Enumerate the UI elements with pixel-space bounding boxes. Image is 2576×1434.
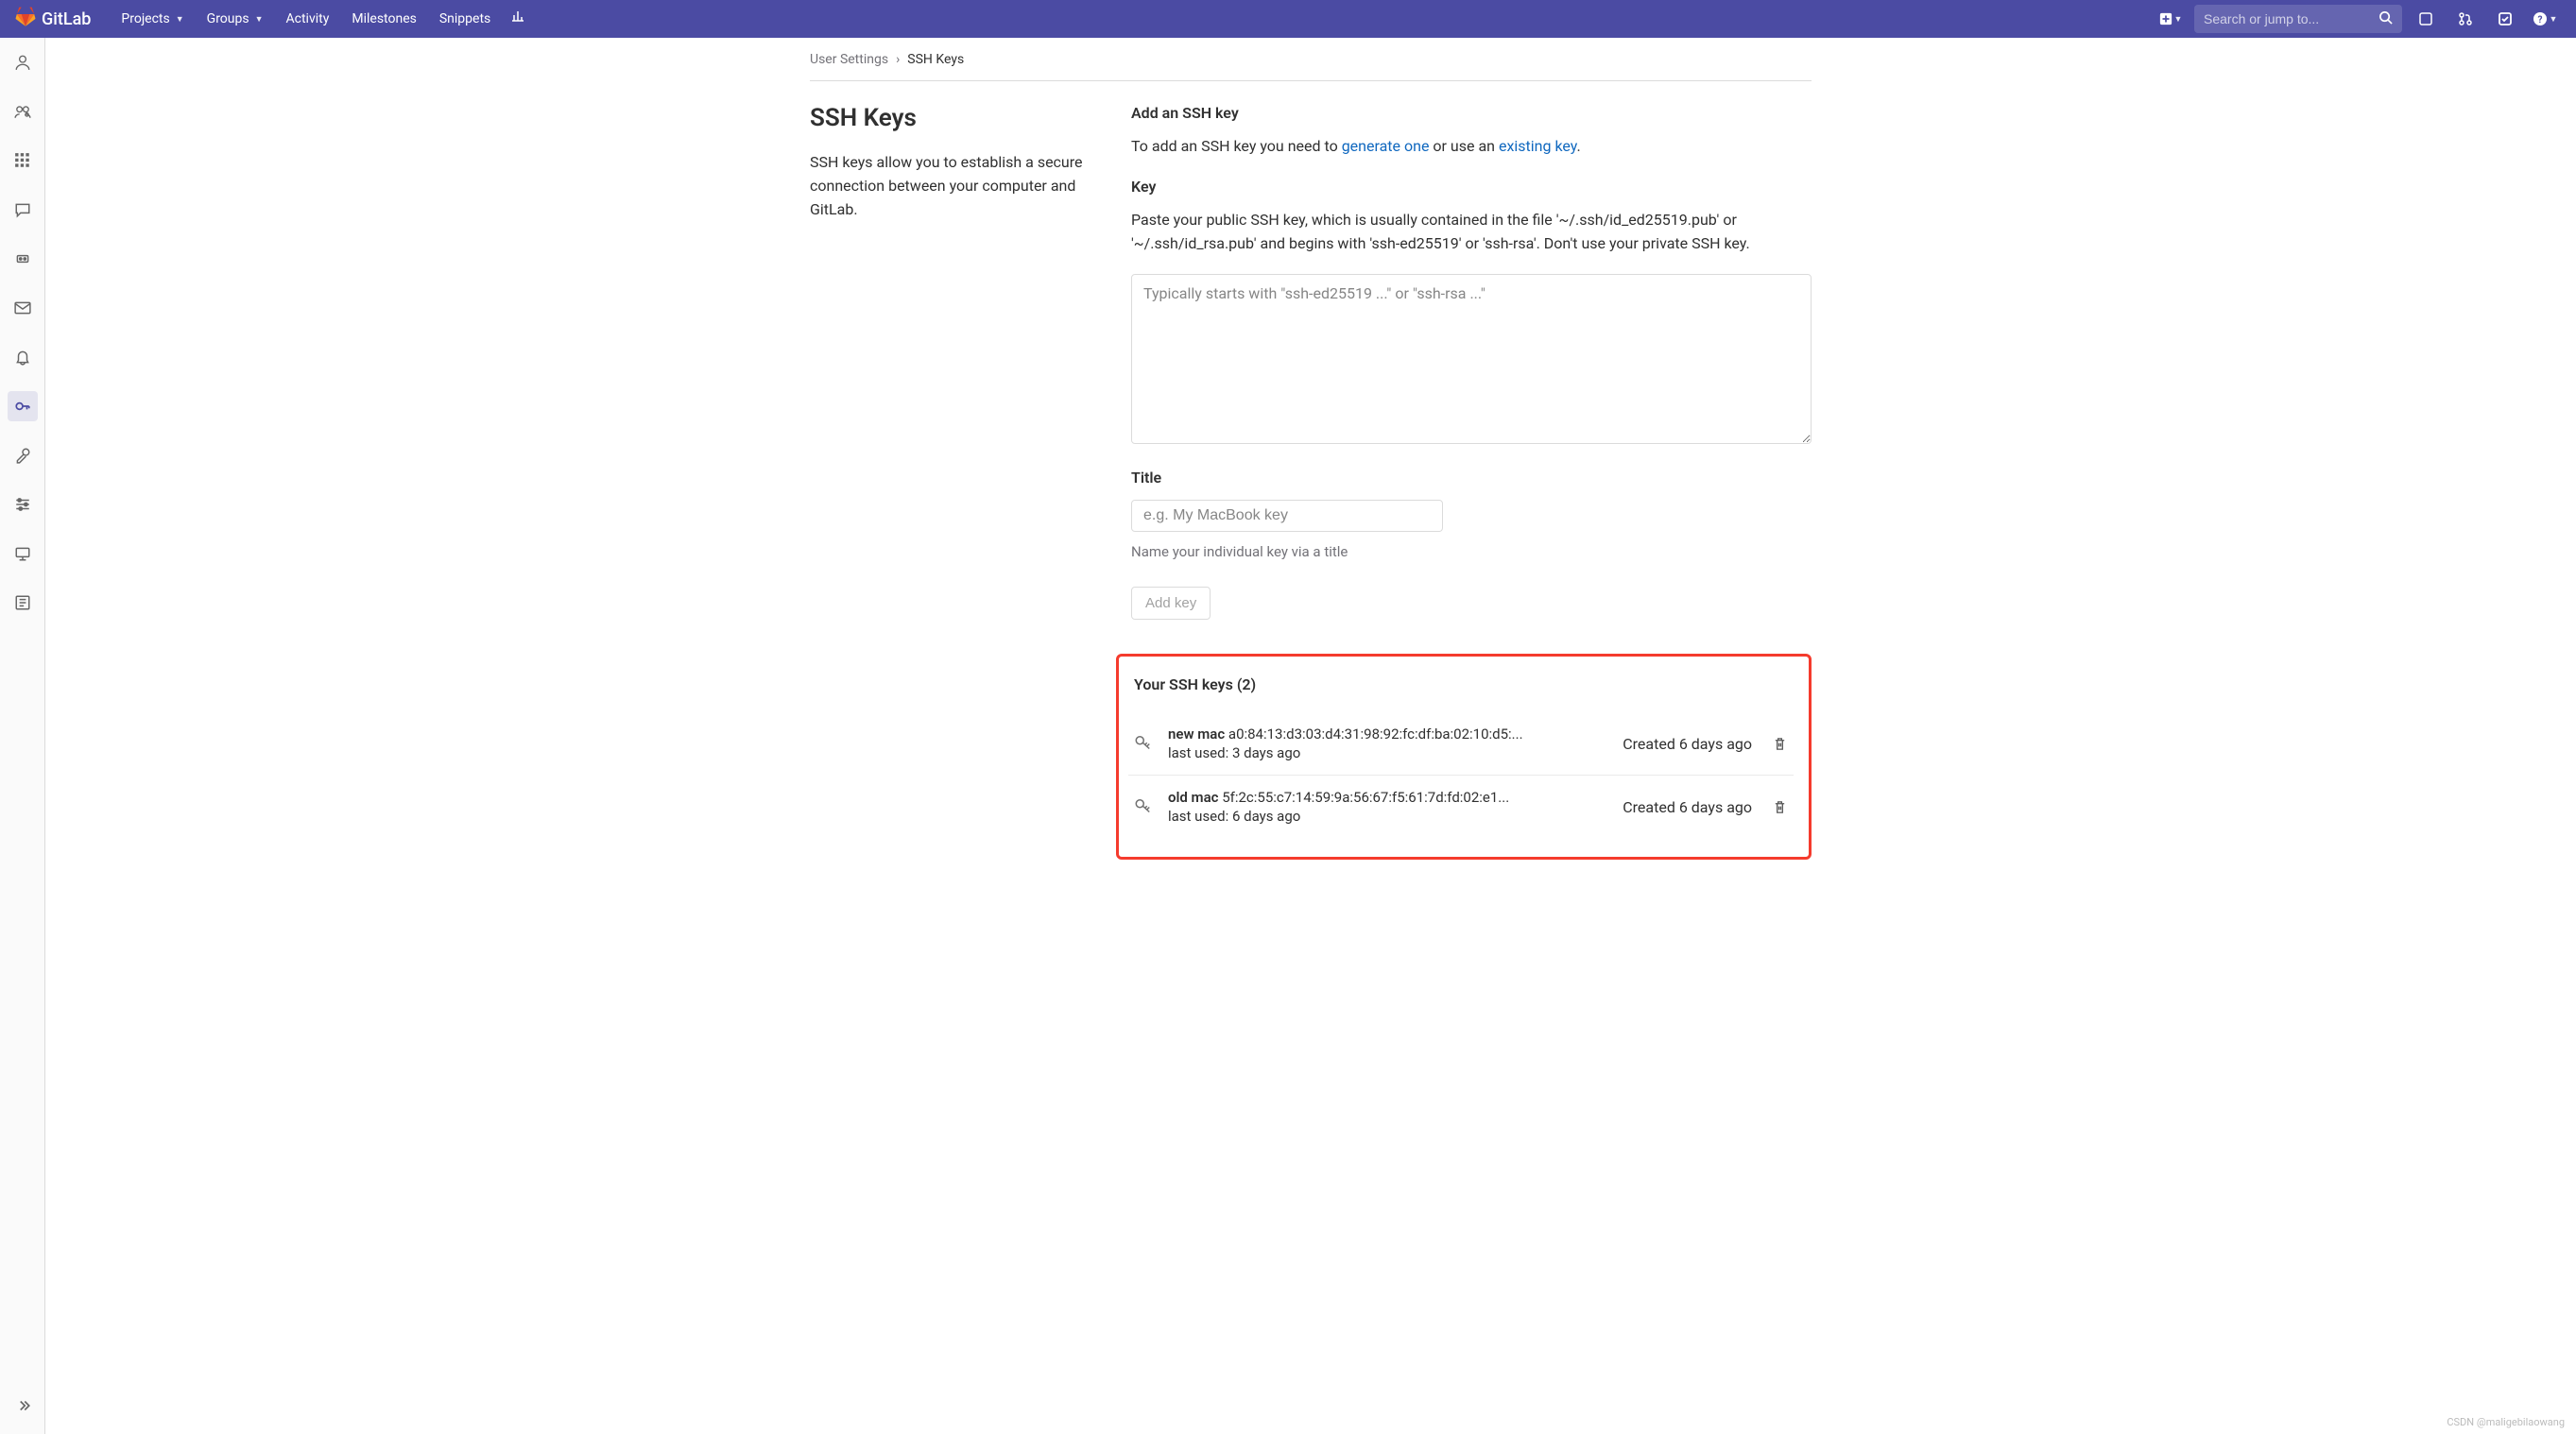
sidebar-gpg-keys-icon[interactable] <box>8 440 38 470</box>
search-box[interactable] <box>2194 5 2402 33</box>
ssh-key-row: new mac a0:84:13:d3:03:d4:31:98:92:fc:df… <box>1128 712 1794 775</box>
search-input[interactable] <box>2204 11 2379 26</box>
key-lastused: last used: 3 days ago <box>1168 744 1609 761</box>
your-keys-heading: Your SSH keys (2) <box>1128 675 1794 693</box>
nav-activity[interactable]: Activity <box>275 0 341 38</box>
sidebar-ssh-keys-icon[interactable] <box>8 391 38 421</box>
breadcrumb-parent[interactable]: User Settings <box>810 52 888 67</box>
chevron-down-icon: ▼ <box>255 14 264 25</box>
sidebar-applications-icon[interactable] <box>8 145 38 176</box>
sidebar-notifications-icon[interactable] <box>8 342 38 372</box>
svg-text:?: ? <box>2537 15 2542 26</box>
sidebar-collapse-icon[interactable] <box>8 1391 38 1421</box>
key-fingerprint: a0:84:13:d3:03:d4:31:98:92:fc:df:ba:02:1… <box>1228 726 1523 743</box>
sidebar-sessions-icon[interactable] <box>8 538 38 569</box>
key-fingerprint: 5f:2c:55:c7:14:59:9a:56:67:f5:61:7d:fd:0… <box>1222 789 1509 806</box>
sidebar-chat-icon[interactable] <box>8 195 38 225</box>
watermark: CSDN @maligebilaowang <box>2447 1416 2565 1428</box>
generate-one-link[interactable]: generate one <box>1342 137 1430 155</box>
nav-snippets[interactable]: Snippets <box>428 0 502 38</box>
nav-items: Projects▼ Groups▼ Activity Milestones Sn… <box>110 0 534 38</box>
issues-icon[interactable] <box>2410 4 2442 34</box>
title-input[interactable] <box>1131 500 1443 532</box>
help-dropdown[interactable]: ? ▼ <box>2529 4 2561 34</box>
sidebar-preferences-icon[interactable] <box>8 489 38 520</box>
breadcrumb: User Settings › SSH Keys <box>810 47 1812 81</box>
brand-area[interactable]: GitLab <box>15 7 91 31</box>
key-created: Created 6 days ago <box>1623 735 1752 753</box>
sidebar-tokens-icon[interactable] <box>8 244 38 274</box>
ssh-keys-highlight: Your SSH keys (2) new mac a0:84:13:d3:03… <box>1116 654 1812 860</box>
sidebar-profile-icon[interactable] <box>8 47 38 77</box>
merge-requests-icon[interactable] <box>2449 4 2482 34</box>
sidebar-account-icon[interactable] <box>8 96 38 127</box>
ssh-key-row: old mac 5f:2c:55:c7:14:59:9a:56:67:f5:61… <box>1128 775 1794 838</box>
key-icon <box>1134 732 1155 755</box>
nav-groups[interactable]: Groups▼ <box>196 0 275 38</box>
nav-analytics-icon[interactable] <box>502 0 534 30</box>
key-lastused: last used: 6 days ago <box>1168 808 1609 825</box>
title-label: Title <box>1131 469 1812 487</box>
delete-key-button[interactable] <box>1765 729 1794 758</box>
todos-icon[interactable] <box>2489 4 2521 34</box>
add-key-help: To add an SSH key you need to generate o… <box>1131 135 1812 159</box>
sidebar-authlog-icon[interactable] <box>8 588 38 618</box>
chevron-down-icon: ▼ <box>2550 14 2558 25</box>
plus-dropdown[interactable]: ▼ <box>2155 4 2187 34</box>
nav-milestones[interactable]: Milestones <box>340 0 428 38</box>
settings-sidebar <box>0 38 45 1434</box>
search-icon <box>2379 10 2393 28</box>
key-name: new mac <box>1168 726 1225 743</box>
title-hint: Name your individual key via a title <box>1131 543 1812 560</box>
page-description: SSH keys allow you to establish a secure… <box>810 151 1093 221</box>
page-title: SSH Keys <box>810 104 1093 132</box>
add-key-heading: Add an SSH key <box>1131 104 1812 122</box>
top-nav: GitLab Projects▼ Groups▼ Activity Milest… <box>0 0 2576 38</box>
chevron-down-icon: ▼ <box>2174 14 2183 25</box>
key-help: Paste your public SSH key, which is usua… <box>1131 209 1812 256</box>
key-name: old mac <box>1168 789 1218 806</box>
nav-projects[interactable]: Projects▼ <box>110 0 195 38</box>
key-label: Key <box>1131 178 1812 196</box>
existing-key-link[interactable]: existing key <box>1499 137 1577 155</box>
brand-text: GitLab <box>42 9 91 29</box>
breadcrumb-current: SSH Keys <box>907 52 964 67</box>
add-key-button[interactable]: Add key <box>1131 587 1211 620</box>
key-icon <box>1134 795 1155 818</box>
key-created: Created 6 days ago <box>1623 798 1752 816</box>
key-textarea[interactable] <box>1131 274 1812 444</box>
chevron-down-icon: ▼ <box>176 14 184 25</box>
sidebar-emails-icon[interactable] <box>8 293 38 323</box>
breadcrumb-separator: › <box>896 52 900 67</box>
gitlab-logo-icon <box>15 7 36 31</box>
delete-key-button[interactable] <box>1765 793 1794 821</box>
